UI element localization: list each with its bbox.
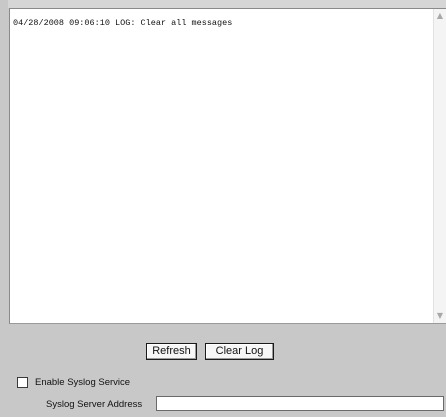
log-scrollbar[interactable]: ▲ ▼	[433, 9, 446, 323]
chevron-up-icon[interactable]: ▲	[435, 11, 445, 21]
syslog-server-address-input[interactable]	[156, 396, 444, 411]
clear-log-button[interactable]: Clear Log	[205, 343, 274, 360]
left-strip	[0, 0, 8, 417]
log-textarea[interactable]: 04/28/2008 09:06:10 LOG: Clear all messa…	[9, 8, 446, 324]
refresh-button[interactable]: Refresh	[146, 343, 197, 360]
top-strip	[0, 0, 446, 8]
enable-syslog-row: Enable Syslog Service	[17, 376, 130, 388]
syslog-server-address-label: Syslog Server Address	[46, 399, 143, 410]
chevron-down-icon[interactable]: ▼	[435, 311, 445, 321]
log-message: 04/28/2008 09:06:10 LOG: Clear all messa…	[13, 18, 233, 28]
enable-syslog-label: Enable Syslog Service	[35, 376, 131, 388]
enable-syslog-checkbox[interactable]	[17, 376, 28, 388]
